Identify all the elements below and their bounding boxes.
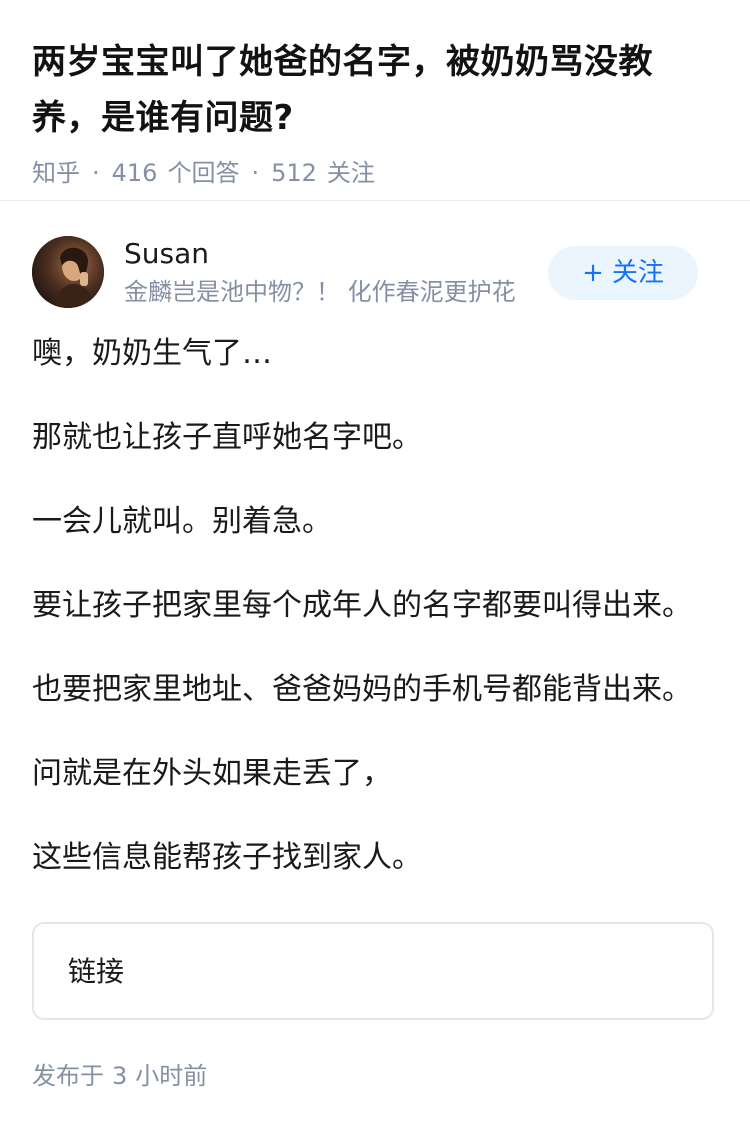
- question-header: 两岁宝宝叫了她爸的名字，被奶奶骂没教养，是谁有问题? 知乎 · 416 个回答 …: [0, 0, 750, 190]
- answer-paragraph: 也要把家里地址、爸爸妈妈的手机号都能背出来。: [32, 672, 692, 707]
- question-meta: 知乎 · 416 个回答 · 512 关注: [32, 156, 718, 190]
- answer-paragraph: 那就也让孩子直呼她名字吧。: [32, 420, 422, 455]
- answer-paragraph: 噢，奶奶生气了…: [32, 336, 272, 371]
- author-bio: 金麟岂是池中物？！ 化作春泥更护花: [124, 278, 516, 306]
- link-card-label: 链接: [68, 955, 125, 988]
- avatar-portrait-icon: [32, 236, 104, 308]
- follow-count: 512: [271, 159, 317, 187]
- follow-button-label: 关注: [611, 258, 664, 288]
- publish-suffix: 小时前: [135, 1062, 208, 1090]
- answer-paragraph: 问就是在外头如果走丢了，: [32, 756, 392, 791]
- author-row: Susan 金麟岂是池中物？！ 化作春泥更护花 + 关注: [32, 236, 718, 308]
- answer-paragraph: 要让孩子把家里每个成年人的名字都要叫得出来。: [32, 588, 692, 623]
- question-title[interactable]: 两岁宝宝叫了她爸的名字，被奶奶骂没教养，是谁有问题?: [32, 34, 718, 146]
- avatar[interactable]: [32, 236, 104, 308]
- header-divider: [0, 200, 750, 201]
- answer-paragraph: 一会儿就叫。别着急。: [32, 504, 332, 539]
- publish-number: 3: [112, 1062, 128, 1090]
- answer-count: 416: [111, 159, 158, 187]
- follow-author-button[interactable]: + 关注: [548, 246, 698, 300]
- plus-icon: +: [582, 258, 604, 288]
- link-card[interactable]: 链接: [32, 922, 714, 1020]
- publish-prefix: 发布于: [32, 1062, 104, 1090]
- site-name[interactable]: 知乎: [32, 156, 80, 190]
- answer-count-label[interactable]: 个回答: [167, 156, 239, 190]
- answer-paragraph: 这些信息能帮孩子找到家人。: [32, 840, 422, 875]
- author-name[interactable]: Susan: [124, 236, 209, 272]
- answer-body: 噢，奶奶生气了… 那就也让孩子直呼她名字吧。 一会儿就叫。别着急。 要让孩子把家…: [32, 336, 718, 924]
- publish-time: 发布于 3 小时前: [32, 1060, 207, 1092]
- answer-page: 两岁宝宝叫了她爸的名字，被奶奶骂没教养，是谁有问题? 知乎 · 416 个回答 …: [0, 0, 750, 1128]
- separator-dot: ·: [92, 159, 100, 187]
- separator-dot: ·: [251, 159, 260, 187]
- follow-count-label: 关注: [326, 159, 375, 187]
